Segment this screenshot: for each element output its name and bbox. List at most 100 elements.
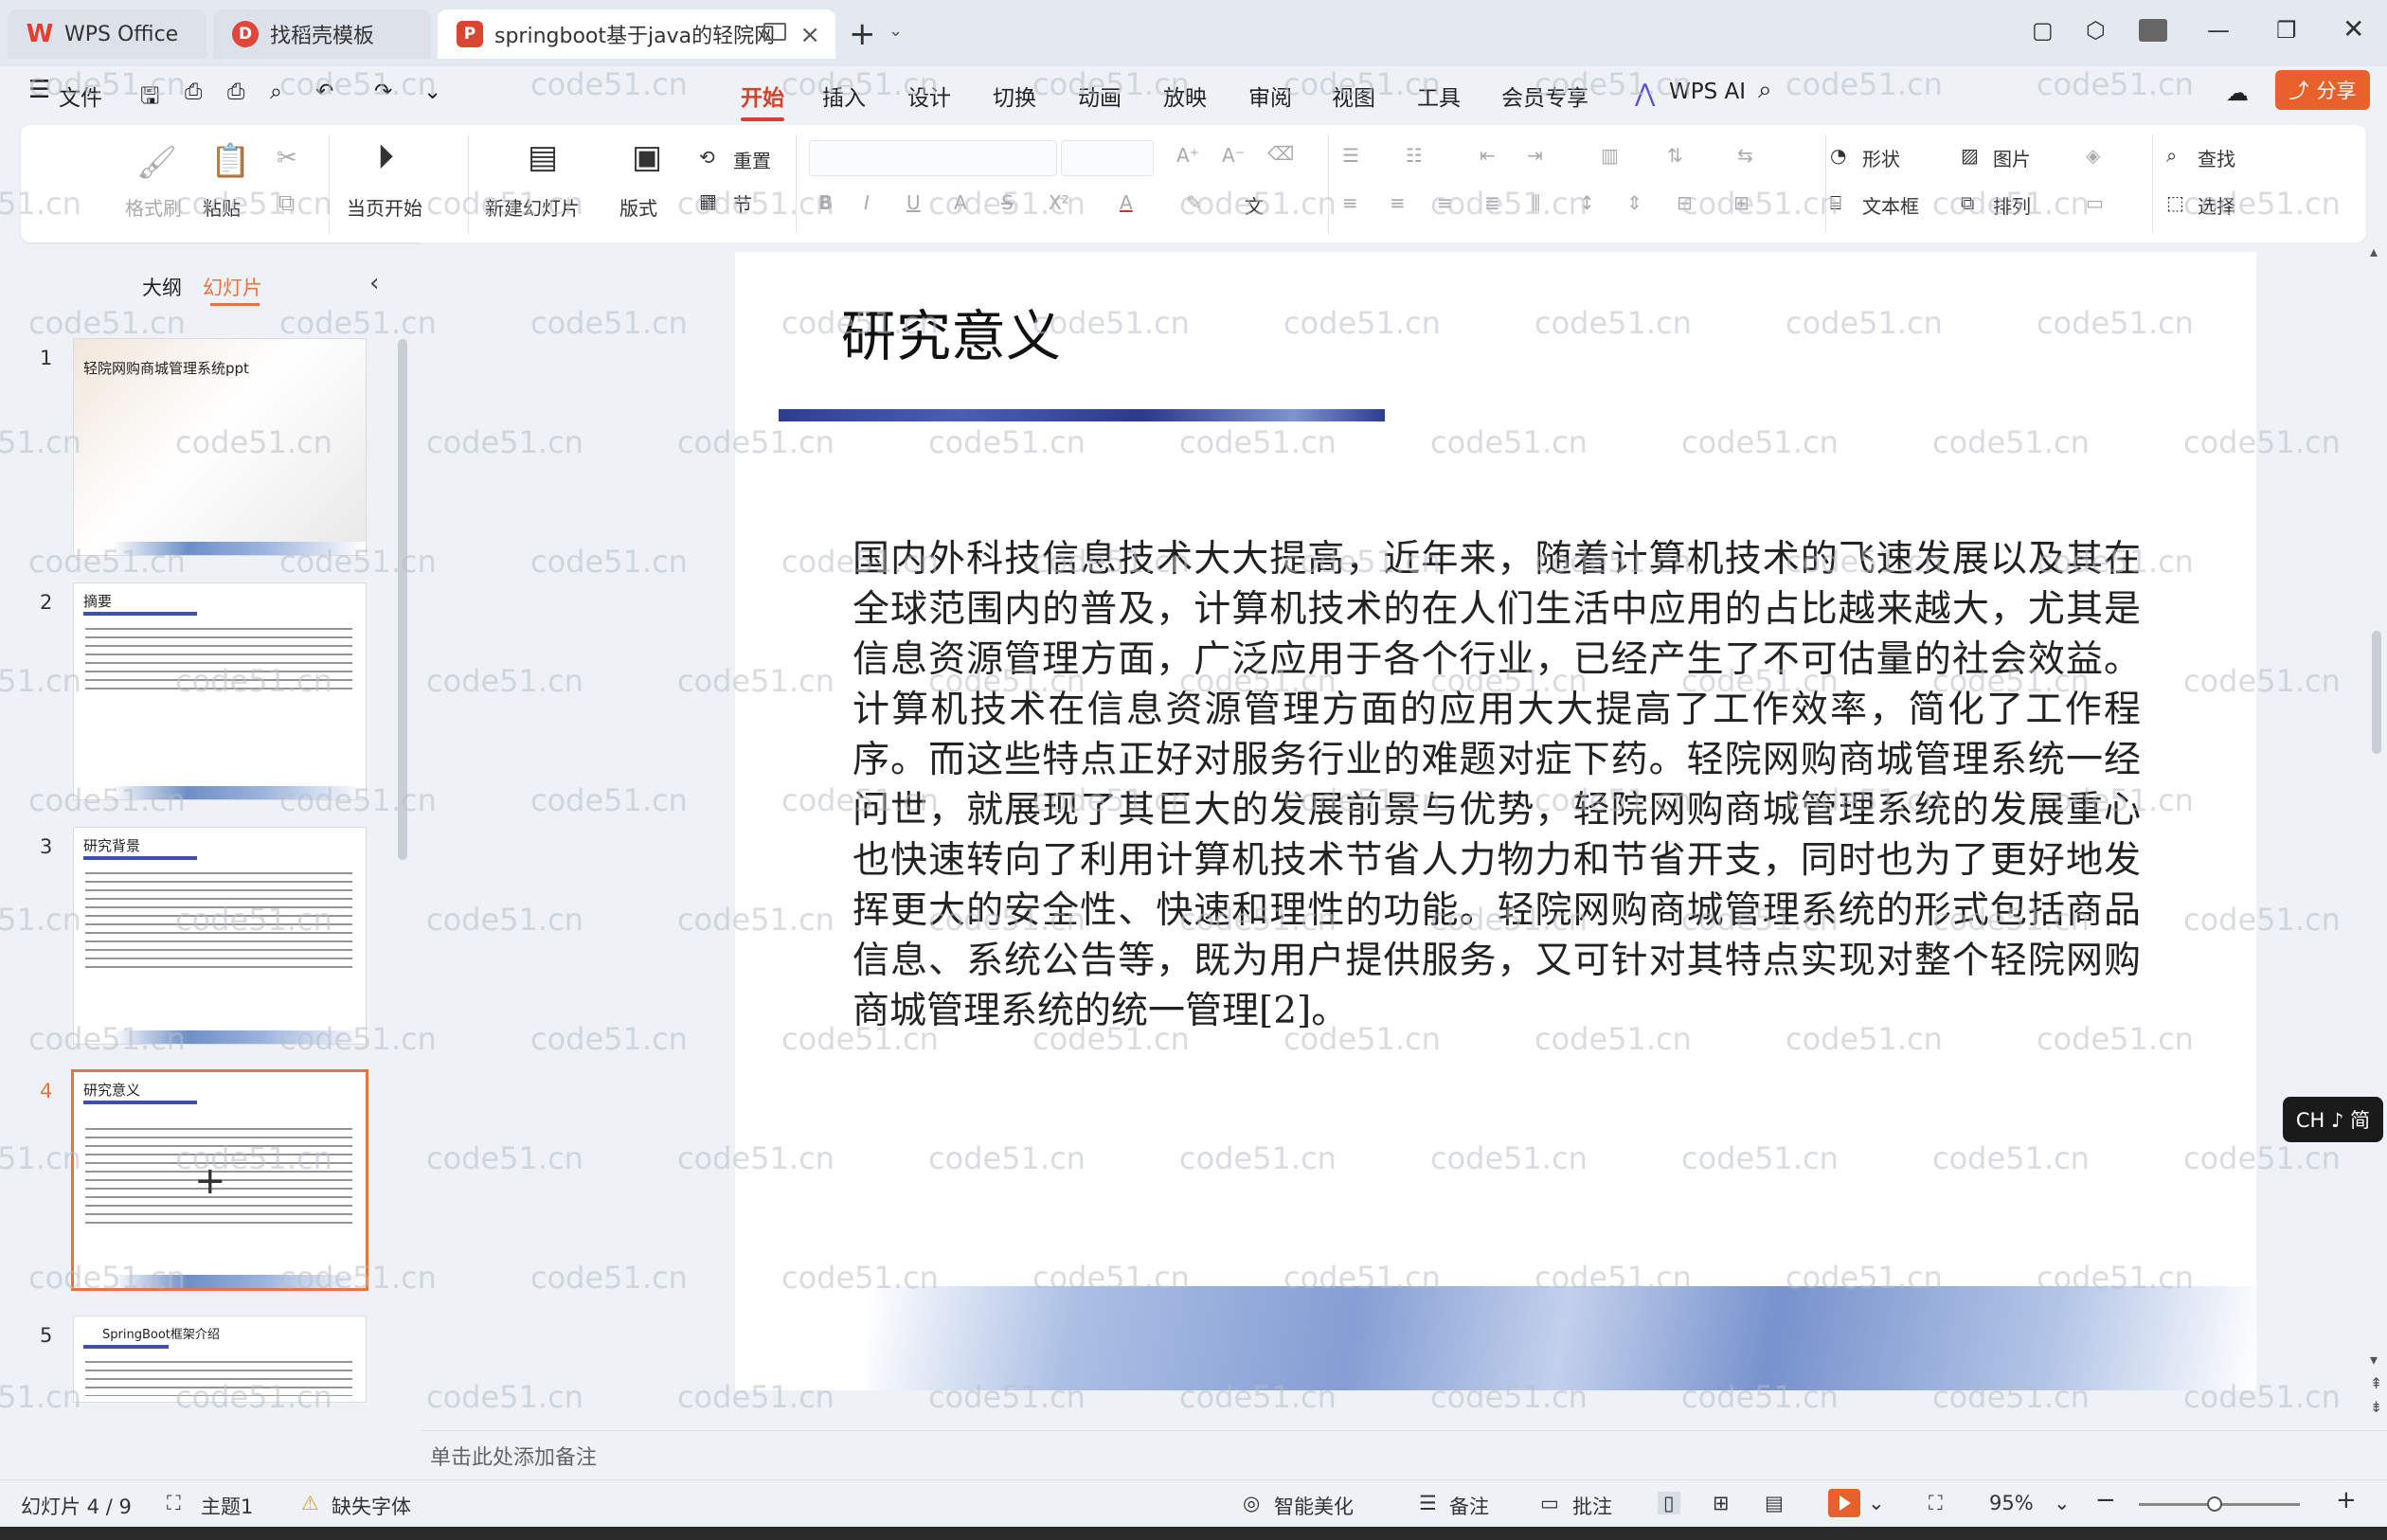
convert-icon[interactable]: ⇆ xyxy=(1737,144,1753,167)
canvas-scrollbar[interactable]: ▴ ▾ ⇞ ⇟ xyxy=(2368,242,2387,1426)
export-icon[interactable]: ⎙ xyxy=(185,80,202,104)
shape-icon[interactable]: ◔ xyxy=(1830,144,1846,167)
grow-font-icon[interactable]: A⁺ xyxy=(1176,144,1199,167)
find-button[interactable]: 查找 xyxy=(2198,144,2235,171)
section-icon[interactable]: ▦ xyxy=(699,189,717,212)
menu-review[interactable]: 审阅 xyxy=(1248,80,1292,112)
distribute-icon[interactable]: ⫼ xyxy=(1532,191,1540,214)
new-slide-button[interactable]: 新建幻灯片 xyxy=(485,193,580,221)
cube-icon[interactable]: ⬡ xyxy=(2086,17,2106,44)
picture-button[interactable]: 图片 xyxy=(1993,144,2031,171)
add-slide-button[interactable]: + xyxy=(194,1159,226,1203)
outline-icon[interactable]: ▭ xyxy=(2086,191,2104,214)
paste-icon[interactable]: 📋 xyxy=(210,142,250,180)
slide-sorter-icon[interactable]: ⊞ xyxy=(1713,1492,1730,1514)
slide-thumbnail-2[interactable]: 摘要 xyxy=(74,583,366,799)
menu-transitions[interactable]: 切换 xyxy=(993,80,1036,112)
slide-body-text[interactable]: 国内外科技信息技术大大提高，近年来，随着计算机技术的飞速发展以及其在全球范围内的… xyxy=(852,534,2141,1036)
underline-icon[interactable]: U xyxy=(906,191,921,214)
select-icon[interactable]: ⬚ xyxy=(2166,191,2184,214)
slide-title[interactable]: 研究意义 xyxy=(841,292,1061,371)
notes-pane[interactable]: 单击此处添加备注 xyxy=(421,1430,2387,1478)
next-slide-icon[interactable]: ⇟ xyxy=(2370,1398,2382,1416)
scroll-up-icon[interactable]: ▴ xyxy=(2370,242,2378,260)
notes-button[interactable]: 备注 xyxy=(1449,1492,1489,1520)
increase-indent-icon[interactable]: ⇥ xyxy=(1527,144,1543,167)
text-fit-icon[interactable]: ⊞ xyxy=(1733,191,1750,214)
layout-icon[interactable]: ▣ xyxy=(632,138,662,176)
menu-home[interactable]: 开始 xyxy=(741,80,784,121)
reset-button[interactable]: 重置 xyxy=(733,146,771,173)
menu-animations[interactable]: 动画 xyxy=(1078,80,1122,112)
arrange-button[interactable]: 排列 xyxy=(1993,191,2031,219)
comments-button[interactable]: 批注 xyxy=(1572,1492,1612,1520)
decrease-indent-icon[interactable]: ⇤ xyxy=(1480,144,1496,167)
justify-icon[interactable]: ≣ xyxy=(1484,191,1500,214)
zoom-out-icon[interactable]: − xyxy=(2095,1486,2116,1514)
search-icon[interactable]: ⌕ xyxy=(1758,76,1772,105)
columns-icon[interactable]: ▥ xyxy=(1601,144,1619,167)
phonetic-icon[interactable]: 文 xyxy=(1245,191,1264,219)
vertical-align-icon[interactable]: ⊟ xyxy=(1677,191,1693,214)
align-center-icon[interactable]: ≡ xyxy=(1390,191,1406,214)
minimize-icon[interactable]: — xyxy=(2207,17,2230,44)
italic-icon[interactable]: I xyxy=(864,191,870,214)
menu-wps-ai[interactable]: WPS AI xyxy=(1669,80,1746,104)
picture-icon[interactable]: ▨ xyxy=(1961,144,1979,167)
menu-slideshow[interactable]: 放映 xyxy=(1163,80,1207,112)
prev-slide-icon[interactable]: ⇞ xyxy=(2370,1374,2382,1392)
play-slideshow-button[interactable] xyxy=(1828,1489,1860,1517)
zoom-dropdown-icon[interactable]: ⌄ xyxy=(2054,1492,2071,1514)
strikethrough-icon[interactable]: S xyxy=(1001,191,1014,214)
tab-template-store[interactable]: D 找稻壳模板 xyxy=(213,9,431,59)
collapse-panel-icon[interactable]: ‹ xyxy=(369,269,379,297)
section-button[interactable]: 节 xyxy=(733,189,752,217)
play-from-current-button[interactable]: 当页开始 xyxy=(347,193,422,221)
tab-current-document[interactable]: P springboot基于java的轻院网 × xyxy=(438,9,835,59)
missing-font-button[interactable]: 缺失字体 xyxy=(332,1492,411,1520)
shape-button[interactable]: 形状 xyxy=(1862,144,1900,171)
menu-view[interactable]: 视图 xyxy=(1332,80,1375,112)
line-spacing-icon[interactable]: ↕ xyxy=(1579,191,1595,214)
play-dropdown-icon[interactable]: ⌄ xyxy=(1868,1492,1885,1514)
arrange-icon[interactable]: ⧉ xyxy=(1961,191,1974,214)
slide-thumbnail-1[interactable]: 轻院网购商城管理系统ppt xyxy=(74,339,366,555)
scroll-down-icon[interactable]: ▾ xyxy=(2370,1351,2378,1369)
text-direction-icon[interactable]: ⇅ xyxy=(1667,144,1683,167)
more-chevron-icon[interactable]: ⌄ xyxy=(423,80,441,104)
tab-slides[interactable]: 幻灯片 xyxy=(203,273,262,301)
reading-view-icon[interactable]: ▤ xyxy=(1765,1492,1784,1514)
zoom-level[interactable]: 95% xyxy=(1989,1492,2034,1514)
reset-icon[interactable]: ⟲ xyxy=(699,146,715,169)
numbered-list-icon[interactable]: ☷ xyxy=(1406,144,1423,167)
fill-icon[interactable]: ◈ xyxy=(2086,144,2100,167)
normal-view-icon[interactable]: ▯ xyxy=(1658,1492,1680,1514)
undo-icon[interactable]: ↶ xyxy=(315,80,333,104)
highlight-icon[interactable]: ✎ xyxy=(1186,191,1202,214)
current-slide[interactable]: 研究意义 国内外科技信息技术大大提高，近年来，随着计算机技术的飞速发展以及其在全… xyxy=(735,252,2256,1390)
copy-icon[interactable]: ⧉ xyxy=(278,189,295,216)
scroll-thumb[interactable] xyxy=(2372,631,2381,754)
clear-format-icon[interactable]: ⌫ xyxy=(1267,142,1294,165)
menu-tools[interactable]: 工具 xyxy=(1417,80,1461,112)
redo-icon[interactable]: ↷ xyxy=(374,80,392,104)
save-icon[interactable]: 🖫 xyxy=(140,80,159,118)
smart-beautify-button[interactable]: 智能美化 xyxy=(1274,1492,1354,1520)
cloud-icon[interactable]: ☁ xyxy=(2226,80,2249,106)
bullet-list-icon[interactable]: ☰ xyxy=(1342,144,1359,167)
print-preview-icon[interactable]: ⌕ xyxy=(270,80,282,104)
align-right-icon[interactable]: ≡ xyxy=(1437,191,1453,214)
zoom-in-icon[interactable]: + xyxy=(2336,1486,2357,1514)
maximize-icon[interactable]: ❐ xyxy=(2276,17,2297,44)
share-button[interactable]: ⤴ 分享 xyxy=(2275,70,2370,110)
hamburger-icon[interactable]: ☰ xyxy=(28,76,50,104)
avatar[interactable] xyxy=(2139,19,2167,42)
superscript-icon[interactable]: X² xyxy=(1049,191,1069,214)
text-shadow-icon[interactable]: A xyxy=(954,191,967,214)
monitor-icon[interactable] xyxy=(763,23,786,41)
window-layout-icon[interactable]: ▢ xyxy=(2032,17,2054,44)
fit-window-icon[interactable]: ⛶ xyxy=(1929,1492,1943,1515)
paragraph-spacing-icon[interactable]: ⇕ xyxy=(1626,191,1642,214)
menu-insert[interactable]: 插入 xyxy=(822,80,866,112)
close-tab-icon[interactable]: × xyxy=(799,21,820,49)
